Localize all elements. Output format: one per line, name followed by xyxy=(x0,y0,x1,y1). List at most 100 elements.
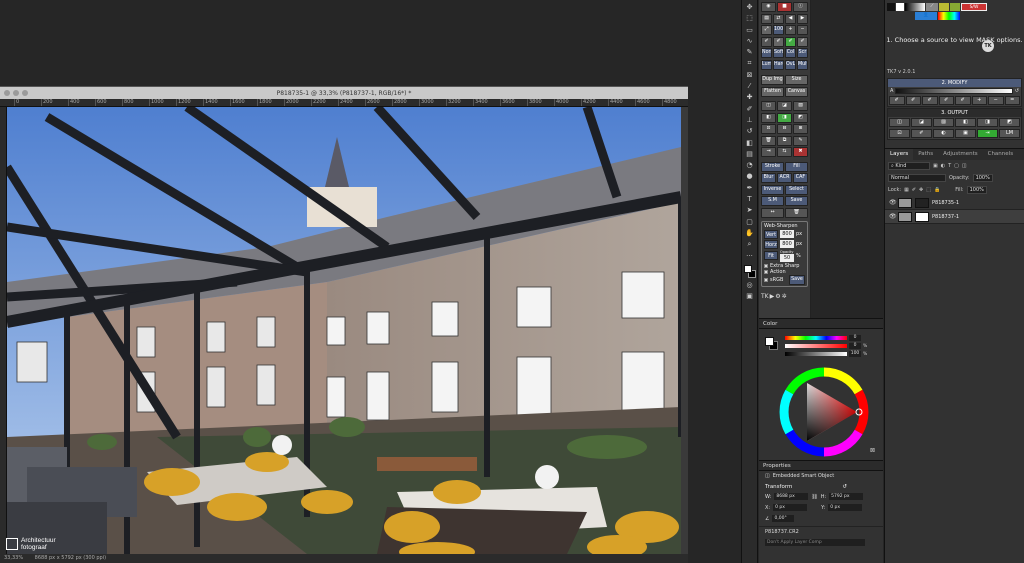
extra-sharp-checkbox[interactable] xyxy=(764,263,768,268)
output-icon-3[interactable]: ▨ xyxy=(933,118,954,127)
blend-ovl-button[interactable]: OvL xyxy=(785,59,796,70)
reset-transform-icon[interactable]: ↺ xyxy=(842,484,847,490)
modify-reset-icon[interactable]: ↺ xyxy=(1015,88,1019,94)
healing-brush-icon[interactable]: ✚ xyxy=(744,92,756,103)
layer-comp-select[interactable]: Don't Apply Layer Comp xyxy=(765,539,865,546)
artboard-tool-icon[interactable]: ⬚ xyxy=(744,13,756,24)
tk-folder-icon[interactable]: ▤ xyxy=(761,13,772,24)
eye-icon[interactable]: 👁 xyxy=(889,199,897,206)
lock-move-icon[interactable]: ✥ xyxy=(919,187,923,193)
minimize-window-button[interactable] xyxy=(13,90,19,96)
flatten-button[interactable]: Flatten xyxy=(761,86,784,97)
more-tools-icon[interactable]: ··· xyxy=(744,251,756,262)
brush-tool-icon[interactable]: ✐ xyxy=(744,104,756,115)
tk-gear-icon[interactable]: ✲ xyxy=(782,293,787,300)
tab-layers[interactable]: Layers xyxy=(885,149,914,160)
lock-all-icon[interactable]: 🔒 xyxy=(934,187,940,193)
acr-button[interactable]: ACR xyxy=(777,173,792,183)
stamp-tool-icon[interactable]: ⊥ xyxy=(744,115,756,126)
horz-input[interactable]: 800 xyxy=(780,240,794,248)
swatch-gray-gradient[interactable] xyxy=(905,3,925,11)
pen-tool-icon[interactable]: ✒ xyxy=(744,183,756,194)
tk-copy-icon[interactable]: ⧉ xyxy=(777,135,792,146)
stroke-button[interactable]: Stroke xyxy=(761,161,784,172)
quick-select-tool-icon[interactable]: ✎ xyxy=(744,47,756,58)
history-brush-icon[interactable]: ↺ xyxy=(744,126,756,137)
filter-shape-icon[interactable]: ▢ xyxy=(954,163,959,169)
tk-export-icon[interactable]: ⇥ xyxy=(761,147,776,157)
saturation-value[interactable]: 0 xyxy=(849,343,861,349)
status-zoom[interactable]: 33,33% xyxy=(4,555,23,561)
lock-paint-icon[interactable]: ✐ xyxy=(912,187,916,193)
layer-row[interactable]: 👁 P818735-1 xyxy=(885,196,1024,210)
w-input[interactable]: 8688 px xyxy=(774,493,809,500)
tk-play-icon[interactable]: ▶ xyxy=(770,293,775,300)
lasso-tool-icon[interactable]: ∿ xyxy=(744,36,756,47)
type-tool-icon[interactable]: T xyxy=(744,194,756,205)
tk-brush-black-icon[interactable]: ✐ xyxy=(761,36,772,47)
output-icon-7[interactable]: ⊡ xyxy=(889,129,910,138)
eye-icon[interactable]: 👁 xyxy=(889,213,897,220)
blend-mult-button[interactable]: Mult xyxy=(797,59,808,70)
blur-button[interactable]: Blur xyxy=(761,173,776,183)
blend-hard-button[interactable]: Hard xyxy=(773,59,784,70)
select-button[interactable]: Select xyxy=(785,184,808,195)
tk-layer-icon-1[interactable]: ◫ xyxy=(761,101,776,111)
tk-settings-icon[interactable]: ⚙ xyxy=(775,293,780,300)
output-icon-6[interactable]: ◩ xyxy=(999,118,1020,127)
fill-button[interactable]: Fill xyxy=(785,161,808,172)
tk-mask-icon-4[interactable]: ⊡ xyxy=(761,124,776,134)
zoom-window-button[interactable] xyxy=(22,90,28,96)
blend-scr-button[interactable]: Scr xyxy=(797,48,808,58)
x-input[interactable]: 0 px xyxy=(773,504,808,511)
marquee-tool-icon[interactable]: ▭ xyxy=(744,25,756,36)
size-button[interactable]: Size xyxy=(785,75,808,85)
inverse-button[interactable]: Inverse xyxy=(761,184,784,195)
output-export-icon[interactable]: ⇥ xyxy=(977,129,998,138)
swatch-slash[interactable]: ⟋ xyxy=(926,3,938,11)
hue-value[interactable]: 0 xyxy=(849,335,861,341)
modify-brush-icon-2[interactable]: ✐ xyxy=(905,96,921,105)
lock-artboard-icon[interactable]: ⬚ xyxy=(926,187,931,193)
caf-button[interactable]: CAF xyxy=(793,173,808,183)
color-swatches[interactable] xyxy=(743,264,757,280)
blend-mode-select[interactable]: Normal xyxy=(888,174,946,182)
quick-mask-icon[interactable]: ◎ xyxy=(744,280,756,291)
sw-button[interactable]: S/W xyxy=(961,3,987,11)
web-sharpen-save-button[interactable]: Save xyxy=(789,274,805,285)
tk-arrow-icon[interactable]: ↔ xyxy=(761,207,784,218)
vert-button[interactable]: Vert xyxy=(764,229,778,239)
modify-brush-icon-5[interactable]: ✐ xyxy=(955,96,971,105)
output-icon-1[interactable]: ◫ xyxy=(889,118,910,127)
brightness-value[interactable]: 100 xyxy=(849,351,861,357)
filter-adjust-icon[interactable]: ◐ xyxy=(941,163,945,169)
h-input[interactable]: 5792 px xyxy=(829,493,864,500)
swatch-rainbow[interactable] xyxy=(938,12,960,20)
shape-tool-icon[interactable]: ▢ xyxy=(744,217,756,228)
tk-prev-icon[interactable]: ◀ xyxy=(785,13,796,24)
swatch-green[interactable] xyxy=(950,3,960,11)
tk-brush-green-icon[interactable]: ✐ xyxy=(785,36,796,47)
frame-tool-icon[interactable]: ⊠ xyxy=(744,70,756,81)
tk-arrows-icon[interactable]: ⇄ xyxy=(773,13,784,24)
foreground-color-swatch[interactable] xyxy=(743,264,752,273)
swatch-person-icon[interactable]: 👤 xyxy=(915,12,937,20)
tk-zoom-out-icon[interactable]: − xyxy=(797,25,808,35)
tk-brush-gray-icon[interactable]: ✐ xyxy=(797,36,808,47)
output-icon-5[interactable]: ◨ xyxy=(977,118,998,127)
output-icon-2[interactable]: ◪ xyxy=(911,118,932,127)
tk-record-icon[interactable]: ■ xyxy=(777,2,792,12)
tk-info-icon[interactable]: ⓘ xyxy=(793,2,808,12)
blend-norm-button[interactable]: Norm xyxy=(761,48,772,58)
tk-trash2-icon[interactable]: 🗑 xyxy=(785,207,808,218)
blur-tool-icon[interactable]: ◔ xyxy=(744,160,756,171)
modify-equal-icon[interactable]: = xyxy=(1004,96,1020,105)
filter-type-icon[interactable]: T xyxy=(948,163,951,169)
modify-brush-icon-3[interactable]: ✐ xyxy=(922,96,938,105)
modify-slider[interactable] xyxy=(895,88,1013,94)
filter-pixel-icon[interactable]: ▣ xyxy=(933,163,938,169)
save-button[interactable]: Save xyxy=(785,196,808,206)
layer-filter-select[interactable]: ⌕ Kind xyxy=(888,162,930,170)
modify-brush-icon-1[interactable]: ✐ xyxy=(889,96,905,105)
y-input[interactable]: 0 px xyxy=(828,504,863,511)
